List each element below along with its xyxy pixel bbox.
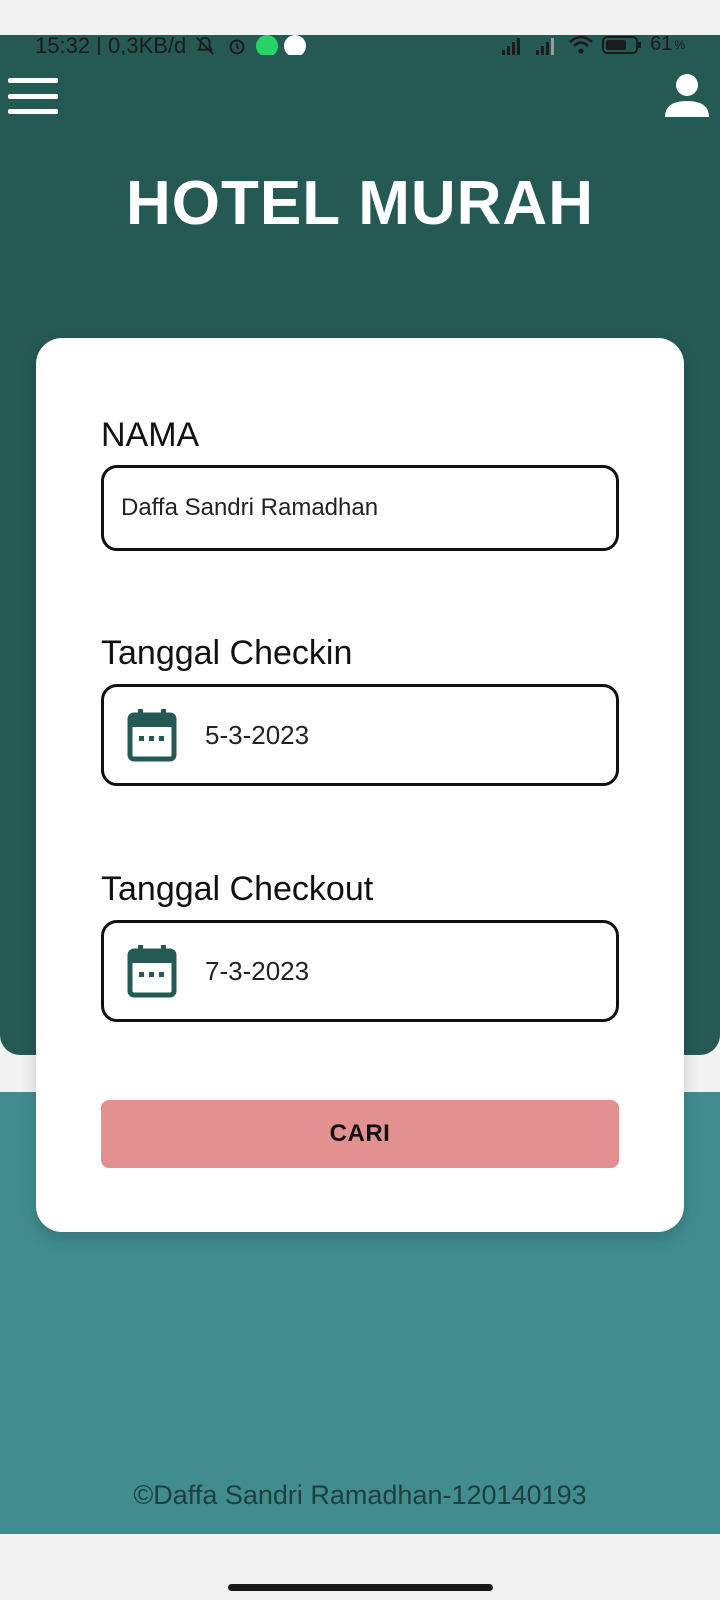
menu-line (8, 78, 58, 83)
checkin-label: Tanggal Checkin (101, 634, 353, 672)
hamburger-menu-icon[interactable] (8, 78, 58, 114)
menu-line (8, 93, 58, 99)
name-input[interactable] (104, 494, 616, 522)
signal-icon (502, 37, 521, 55)
status-left: 15:32 | 0,3KB/d (35, 35, 307, 55)
status-bar: 15:32 | 0,3KB/d 61% (0, 35, 720, 55)
checkin-date-field[interactable]: 5-3-2023 (101, 684, 619, 786)
menu-line (8, 109, 58, 114)
battery-level: 61 (650, 35, 673, 55)
checkout-label: Tanggal Checkout (101, 870, 374, 908)
alarm-icon (229, 39, 245, 55)
calendar-icon (127, 709, 177, 762)
name-label: NAMA (101, 416, 200, 454)
mute-bell-icon (196, 36, 215, 55)
gesture-nav-handle[interactable] (228, 1584, 493, 1591)
user-profile-icon[interactable] (664, 73, 710, 119)
status-time: 15:32 | 0,3KB/d (35, 35, 187, 55)
checkout-date-value: 7-3-2023 (205, 955, 310, 986)
checkout-date-field[interactable]: 7-3-2023 (101, 920, 619, 1022)
status-right: 61% (500, 35, 685, 55)
battery-icon (602, 35, 642, 54)
search-button[interactable]: CARI (101, 1100, 619, 1168)
notification-app-icon (284, 35, 307, 55)
search-form-card: NAMA Tanggal Checkin 5-3-2023 Tanggal Ch… (36, 338, 684, 1232)
checkin-date-value: 5-3-2023 (205, 719, 310, 750)
wifi-icon (569, 35, 593, 53)
name-field[interactable] (101, 465, 619, 551)
battery-unit: % (674, 37, 685, 52)
whatsapp-icon (256, 35, 279, 55)
app-title: HOTEL MURAH (126, 169, 594, 238)
footer-copyright: ©Daffa Sandri Ramadhan-120140193 (133, 1480, 587, 1510)
signal-icon-2 (536, 37, 555, 55)
calendar-icon (127, 945, 177, 998)
